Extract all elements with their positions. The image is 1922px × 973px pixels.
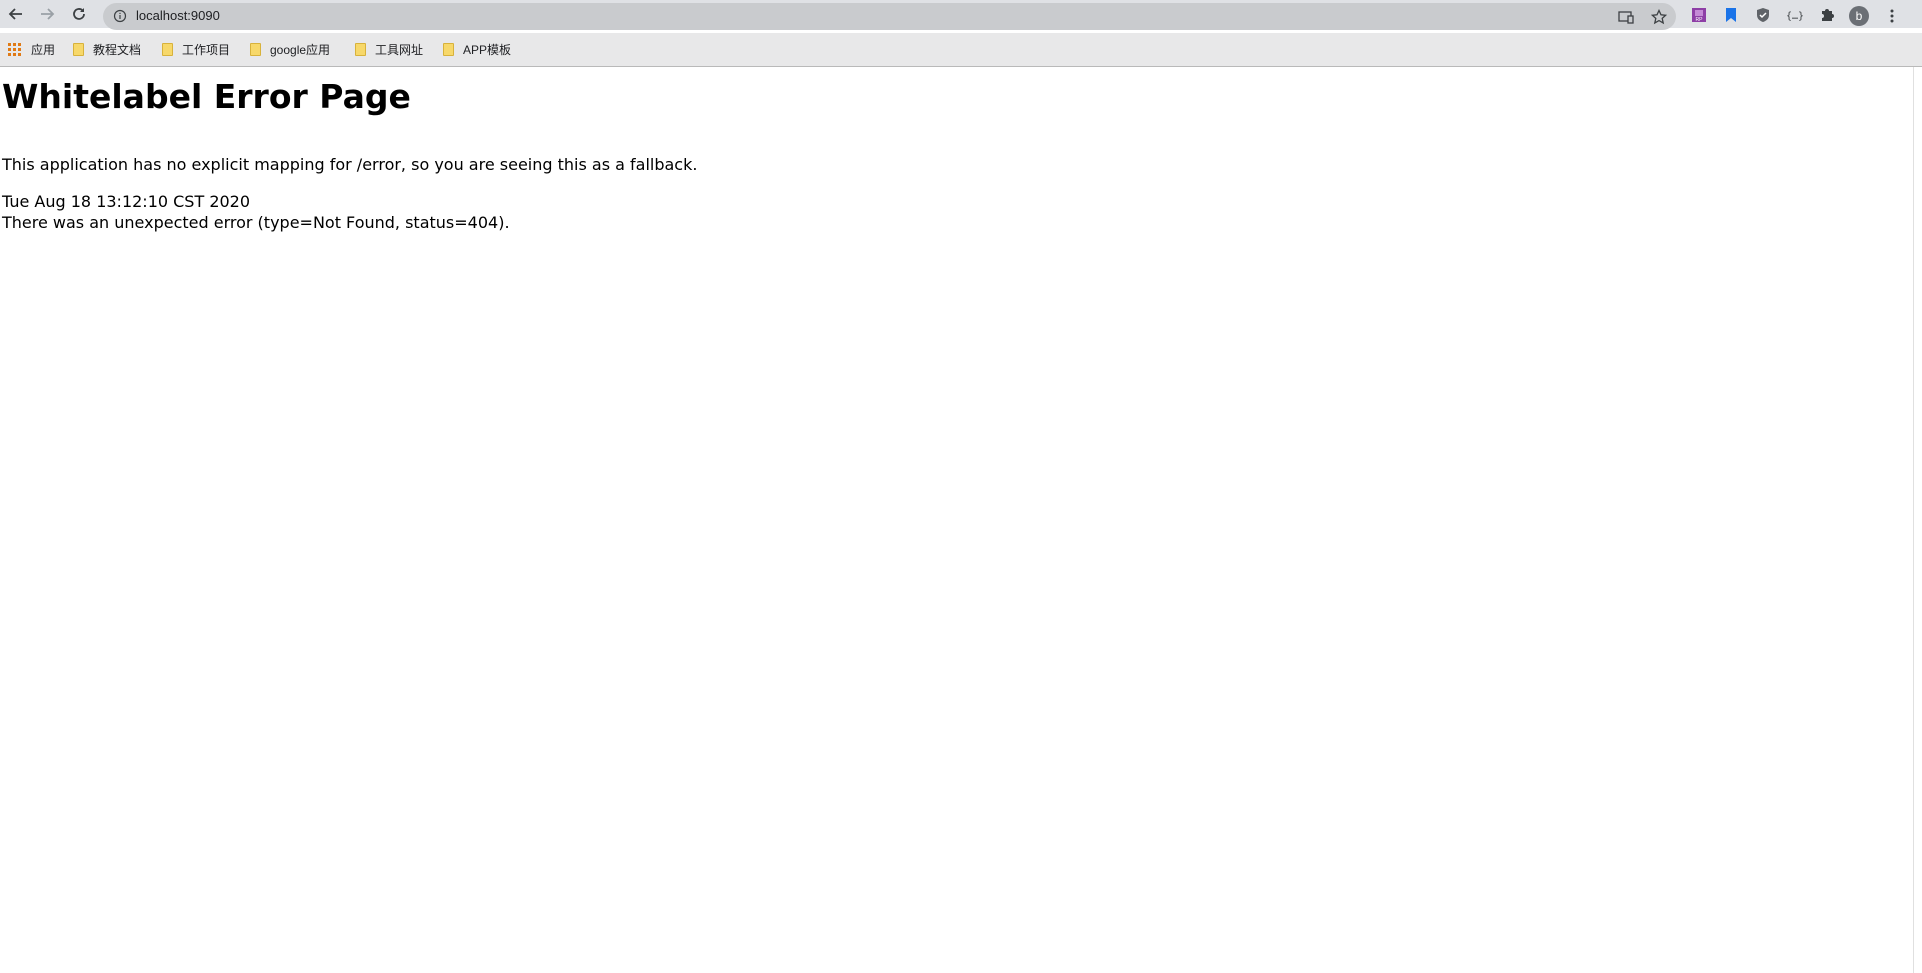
browser-toolbar: localhost:9090 RP {…} b (0, 0, 1922, 30)
bookmark-folder-label: 工具网址 (375, 42, 424, 57)
viewport-edge (1913, 67, 1914, 973)
folder-icon (73, 42, 84, 56)
fallback-message: This application has no explicit mapping… (2, 155, 698, 174)
avatar-letter: b (1855, 9, 1863, 23)
svg-text:RP: RP (1696, 17, 1704, 23)
arrow-left-icon (8, 8, 22, 20)
bookmark-folder[interactable]: google应用 (250, 40, 330, 58)
folder-icon (162, 42, 173, 56)
apps-grid-icon (8, 42, 21, 56)
browser-menu-button[interactable] (1884, 7, 1900, 25)
page-content: Whitelabel Error Page (2, 72, 411, 122)
bookmark-extension-icon (1726, 8, 1736, 22)
error-timestamp: Tue Aug 18 13:12:10 CST 2020 (2, 192, 251, 211)
bookmark-extension-button[interactable] (1722, 6, 1740, 24)
rp-extension-button[interactable]: RP (1690, 6, 1708, 24)
bookmark-folder-label: 工作项目 (182, 42, 231, 57)
bookmark-folder-label: APP模板 (463, 42, 512, 57)
url-text[interactable]: localhost:9090 (136, 8, 220, 23)
bookmark-apps-label: 应用 (31, 42, 56, 57)
bookmark-folder[interactable]: 工作项目 (162, 40, 230, 58)
bookmark-folder[interactable]: APP模板 (443, 40, 511, 58)
bookmark-folder-label: 教程文档 (93, 42, 142, 57)
braces-extension-icon: {…} (1787, 11, 1803, 22)
back-button[interactable] (6, 4, 26, 24)
star-icon (1651, 9, 1667, 25)
kebab-menu-icon (1890, 9, 1894, 23)
puzzle-icon (1822, 9, 1834, 21)
info-icon[interactable] (113, 9, 127, 23)
bookmark-folder[interactable]: 教程文档 (73, 40, 141, 58)
page-title: Whitelabel Error Page (2, 77, 411, 116)
rp-extension-icon: RP (1692, 8, 1706, 23)
bookmark-apps[interactable]: 应用 (8, 40, 55, 58)
folder-icon (355, 42, 366, 56)
bookmark-folder[interactable]: 工具网址 (355, 40, 423, 58)
folder-icon (250, 42, 261, 56)
braces-extension-button[interactable]: {…} (1786, 6, 1804, 24)
reload-button[interactable] (69, 4, 89, 24)
shield-extension-icon (1757, 8, 1769, 22)
svg-text:{…}: {…} (1787, 11, 1803, 22)
folder-icon (443, 42, 454, 56)
cast-button[interactable] (1617, 8, 1635, 26)
bookmarks-bar: 应用 教程文档 工作项目 google应用 工具网址 APP模板 (0, 33, 1922, 67)
cast-icon (1618, 11, 1634, 24)
extensions-button[interactable] (1818, 6, 1836, 24)
bookmark-star-button[interactable] (1650, 8, 1668, 26)
profile-avatar[interactable]: b (1849, 6, 1869, 26)
bookmark-folder-label: google应用 (270, 42, 331, 57)
error-details: There was an unexpected error (type=Not … (2, 213, 510, 232)
address-bar[interactable]: localhost:9090 (103, 3, 1676, 30)
arrow-right-icon (41, 8, 55, 20)
forward-button[interactable] (37, 4, 57, 24)
shield-extension-button[interactable] (1754, 6, 1772, 24)
reload-icon (73, 8, 85, 20)
